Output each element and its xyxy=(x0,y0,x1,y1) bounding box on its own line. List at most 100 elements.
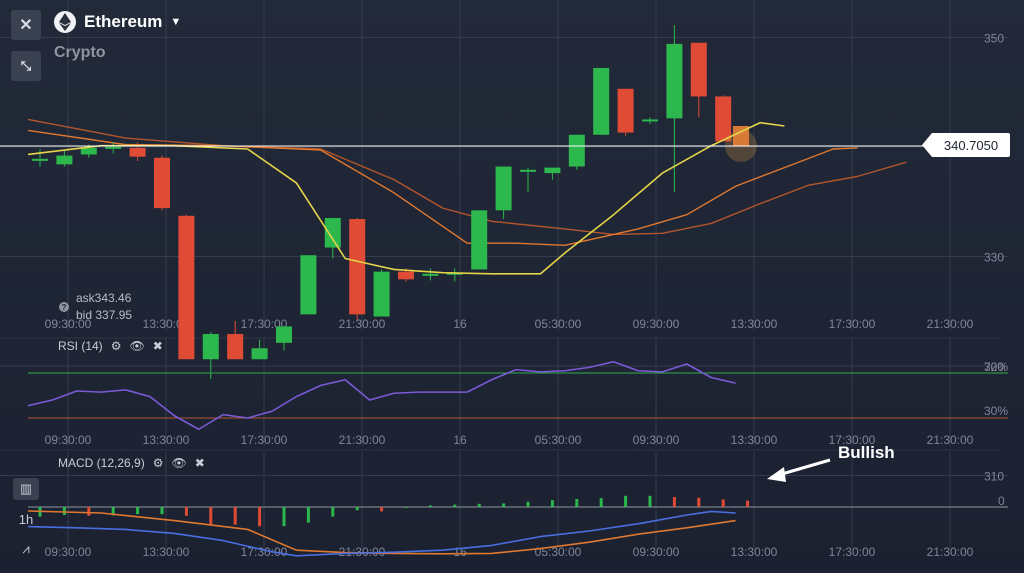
candle-body xyxy=(202,334,219,360)
time-label: 16 xyxy=(453,433,467,447)
candle-body xyxy=(276,326,292,343)
macd-histogram-bar xyxy=(184,507,188,516)
time-label: 09:30:00 xyxy=(45,545,92,559)
time-label: 09:30:00 xyxy=(45,433,92,447)
macd-histogram-bar xyxy=(282,507,286,527)
rsi-header: RSI (14) ⚙ 👁 ✖ xyxy=(58,339,163,353)
candle-body xyxy=(251,348,268,360)
price-tick-label: 350 xyxy=(984,32,1004,46)
macd-histogram-bar xyxy=(428,505,432,507)
macd-histogram-bar xyxy=(721,499,725,507)
time-label: 17:30:00 xyxy=(829,317,876,331)
gear-icon[interactable]: ⚙ xyxy=(153,456,164,470)
collapse-button[interactable]: ⤡ xyxy=(11,51,41,81)
time-label: 13:30:00 xyxy=(731,317,778,331)
candle-body xyxy=(568,134,585,167)
candle-body xyxy=(178,215,195,360)
rsi-line xyxy=(27,360,736,431)
trading-chart[interactable]: 35034033032031009:30:0013:30:0017:30:002… xyxy=(0,0,1024,573)
time-label: 05:30:00 xyxy=(535,545,582,559)
macd-histogram-bar xyxy=(380,507,384,512)
macd-header: MACD (12,26,9) ⚙ 👁 ✖ xyxy=(58,456,205,470)
time-label: 13:30:00 xyxy=(143,545,190,559)
help-icon[interactable]: ? xyxy=(59,302,69,312)
candle-body xyxy=(520,169,536,172)
time-label: 21:30:00 xyxy=(339,433,386,447)
candle-body xyxy=(154,157,170,209)
rsi-title: RSI (14) xyxy=(58,339,103,353)
time-label: 17:30:00 xyxy=(829,545,876,559)
timeframe-selector[interactable]: 1h xyxy=(13,508,39,530)
drawing-tools-icon[interactable]: ⩘ xyxy=(13,538,39,560)
macd-histogram-bar xyxy=(648,495,652,507)
annotation-arrow-head xyxy=(767,467,786,482)
chart-sidebar: ▥ 1h ⩘ xyxy=(12,478,40,560)
time-label: 21:30:00 xyxy=(927,545,974,559)
macd-histogram-bar xyxy=(160,507,164,515)
rsi-level-70: 70% xyxy=(984,360,1009,374)
candle-body xyxy=(56,155,73,165)
bullish-annotation: Bullish xyxy=(838,443,895,462)
candle-body xyxy=(544,167,561,174)
time-label: 05:30:00 xyxy=(535,317,582,331)
close-button[interactable]: ✕ xyxy=(11,10,41,40)
ethereum-logo-icon xyxy=(54,11,76,33)
ask-price: ask343.46 xyxy=(76,291,132,305)
macd-histogram-bar xyxy=(355,507,359,511)
time-label: 09:30:00 xyxy=(633,545,680,559)
macd-title: MACD (12,26,9) xyxy=(58,456,145,470)
candle-body xyxy=(715,96,732,142)
candle-body xyxy=(80,147,97,155)
gear-icon[interactable]: ⚙ xyxy=(111,339,122,353)
time-label: 13:30:00 xyxy=(143,433,190,447)
asset-selector[interactable]: Ethereum ▼ xyxy=(54,11,181,33)
price-tick-label: 330 xyxy=(984,251,1004,265)
macd-histogram-bar xyxy=(404,507,408,508)
macd-histogram-bar xyxy=(599,498,603,507)
macd-zero-label: 0 xyxy=(998,494,1005,508)
chart-stage: 35034033032031009:30:0013:30:0017:30:002… xyxy=(0,0,1024,573)
candle-body xyxy=(642,119,658,122)
time-label: 13:30:00 xyxy=(731,433,778,447)
candlestick-chart-icon[interactable]: ▥ xyxy=(13,478,39,500)
candle-body xyxy=(593,67,610,135)
close-icon: ✕ xyxy=(19,17,33,34)
candle-body xyxy=(32,158,48,161)
eye-icon[interactable]: 👁 xyxy=(171,456,186,470)
candle-body xyxy=(617,88,634,133)
candle-body xyxy=(422,273,439,276)
macd-histogram-bar xyxy=(697,497,701,507)
macd-histogram-bar xyxy=(62,507,66,515)
macd-histogram-bar xyxy=(477,503,481,507)
time-label: 21:30:00 xyxy=(927,433,974,447)
macd-histogram-bar xyxy=(87,507,91,516)
chevron-down-icon: ▼ xyxy=(170,16,182,28)
time-label: 05:30:00 xyxy=(535,433,582,447)
macd-histogram-bar xyxy=(502,503,506,507)
time-label: 16 xyxy=(453,545,467,559)
time-label: 09:30:00 xyxy=(633,317,680,331)
collapse-arrows-icon: ⤡ xyxy=(20,58,32,73)
macd-histogram-bar xyxy=(575,499,579,507)
candle-body xyxy=(324,217,341,248)
macd-histogram-bar xyxy=(258,507,262,527)
candle-body xyxy=(373,271,390,317)
rsi-level-30: 30% xyxy=(984,404,1009,418)
macd-histogram-bar xyxy=(233,507,237,525)
candle-body xyxy=(495,166,512,211)
macd-histogram-bar xyxy=(331,507,335,517)
candle-body xyxy=(471,210,488,270)
current-price-tag: 340.7050 xyxy=(922,133,1010,157)
time-label: 21:30:00 xyxy=(339,317,386,331)
eye-icon[interactable]: 👁 xyxy=(129,339,144,353)
close-icon[interactable]: ✖ xyxy=(195,456,205,470)
time-label: 16 xyxy=(453,317,467,331)
macd-histogram-bar xyxy=(306,507,310,523)
asset-category: Crypto xyxy=(54,44,106,61)
time-label: 13:30:00 xyxy=(731,545,778,559)
close-icon[interactable]: ✖ xyxy=(153,339,163,353)
candle-body xyxy=(690,42,707,97)
macd-histogram-bar xyxy=(453,504,457,507)
macd-histogram-bar xyxy=(526,501,530,507)
candle-body xyxy=(227,334,244,360)
